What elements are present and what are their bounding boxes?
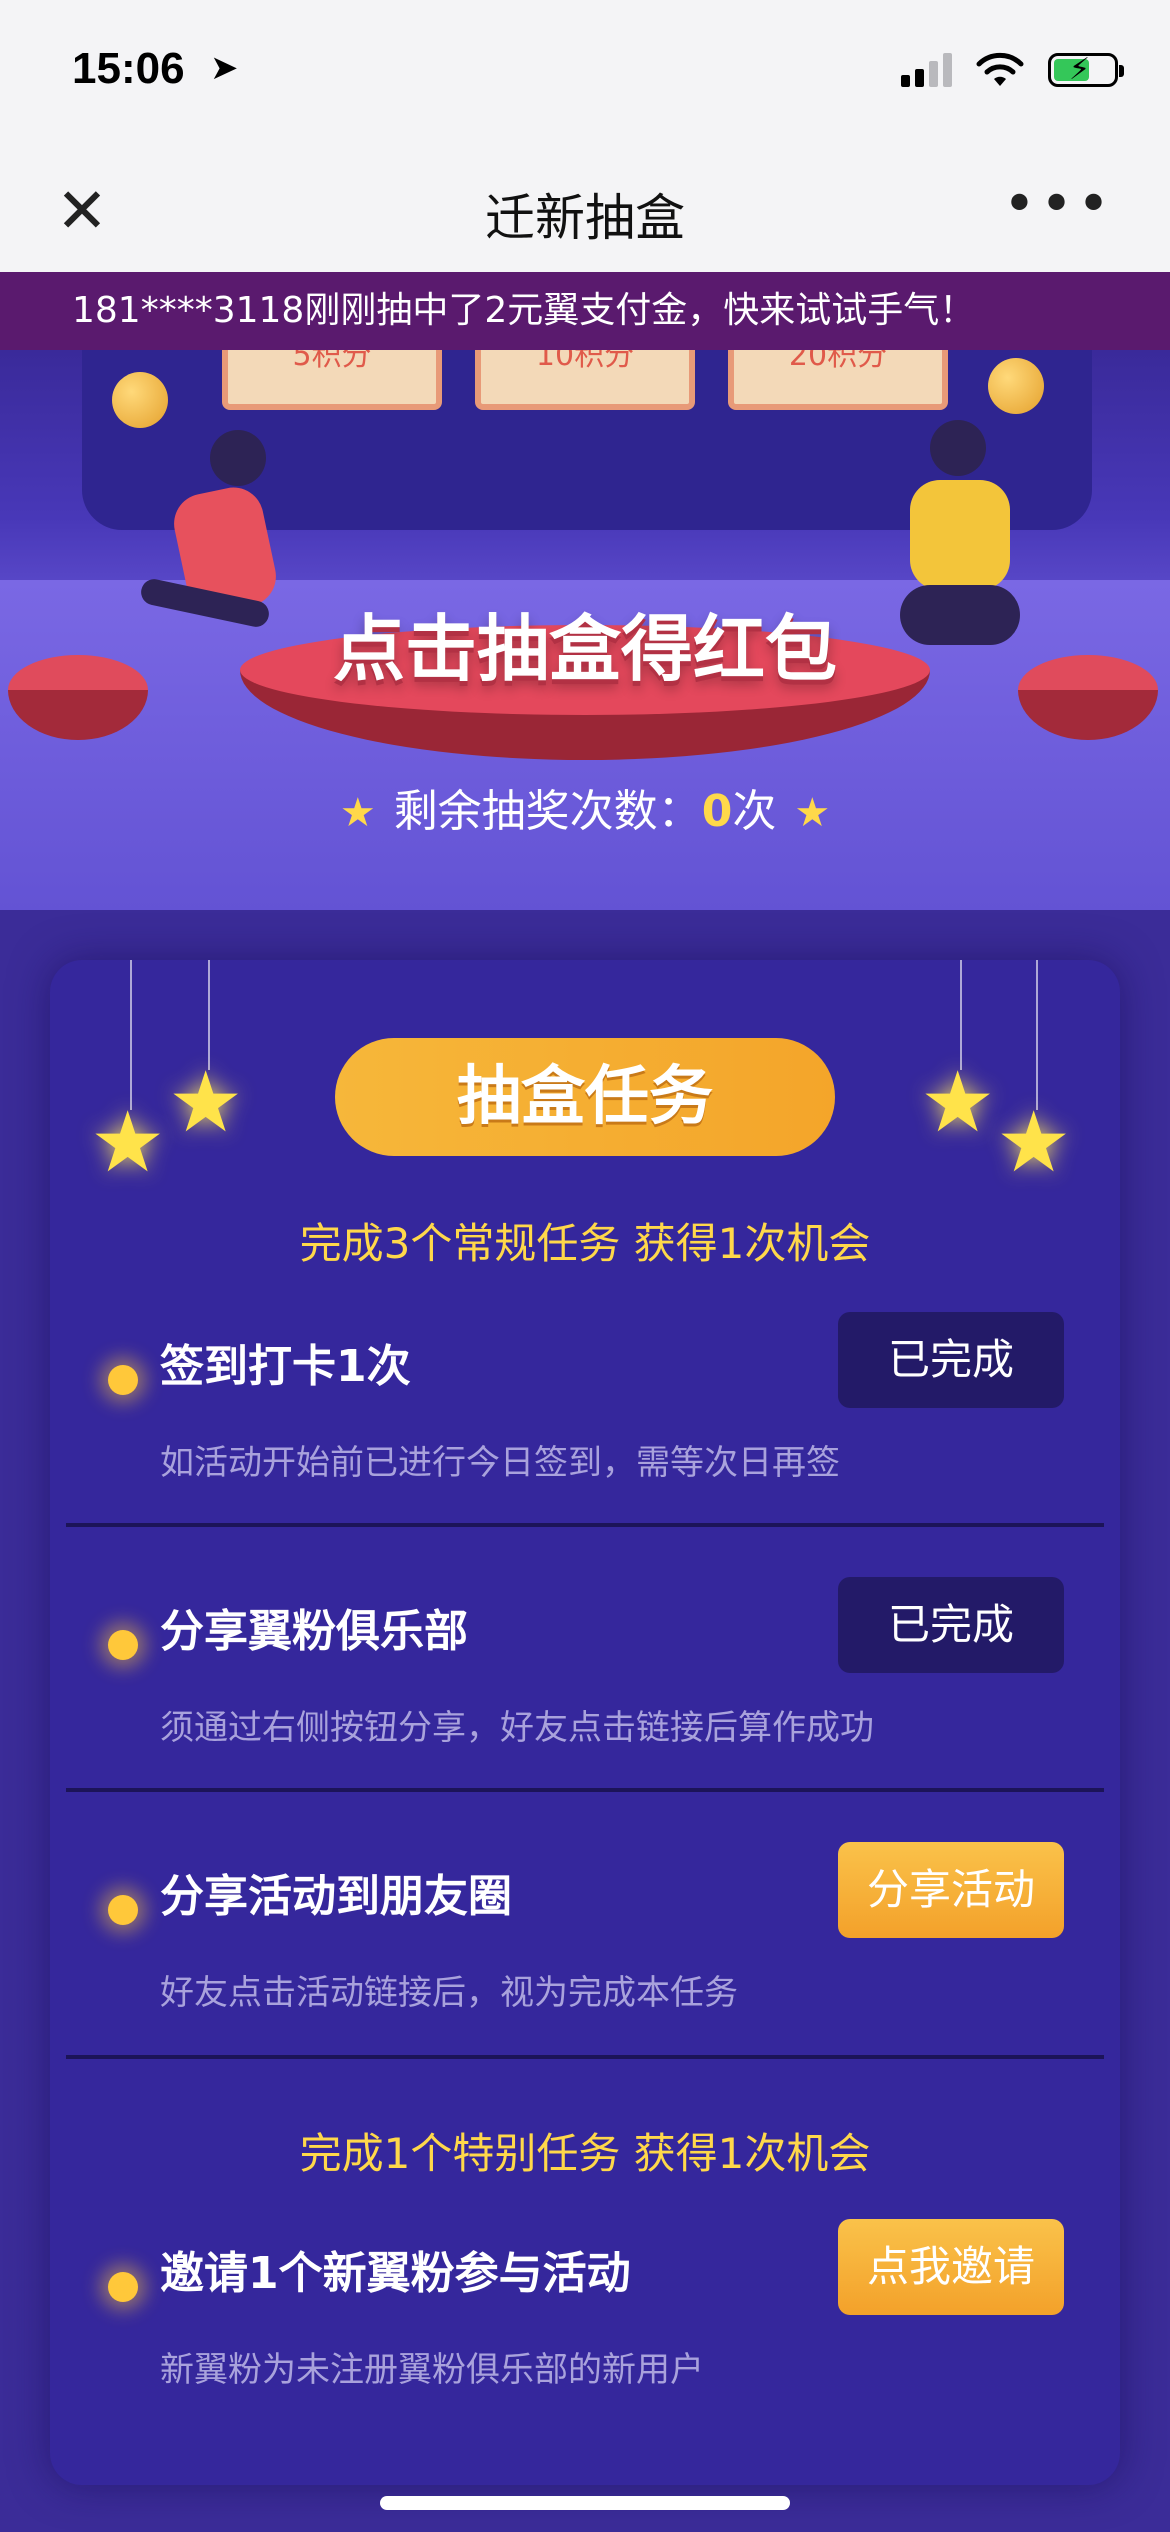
- task-item: 签到打卡1次 如活动开始前已进行今日签到，需等次日再签 已完成: [66, 1270, 1104, 1530]
- star-icon: ★: [996, 1093, 1072, 1191]
- task-title: 分享翼粉俱乐部: [160, 1606, 468, 1657]
- task-title: 邀请1个新翼粉参与活动: [160, 2248, 631, 2299]
- star-icon: ★: [339, 790, 376, 836]
- task-item: 邀请1个新翼粉参与活动 新翼粉为未注册翼粉俱乐部的新用户 点我邀请: [66, 2177, 1104, 2437]
- task-completed-button[interactable]: 已完成: [838, 1312, 1064, 1408]
- lottery-stage[interactable]: 5积分 10积分 20积分 点击抽盒得红包 ★ 剩余抽奖次数：0次 ★: [0, 350, 1170, 910]
- more-options-icon[interactable]: •••: [1003, 172, 1114, 237]
- status-time: 15:06: [72, 44, 185, 93]
- task-description: 须通过右侧按钮分享，好友点击链接后算作成功: [160, 1708, 874, 1748]
- task-panel: ★ ★ ★ ★ 抽盒任务 完成3个常规任务 获得1次机会 签到打卡1次 如活动开…: [50, 960, 1120, 2485]
- remaining-draws: ★ 剩余抽奖次数：0次 ★: [339, 786, 831, 837]
- winner-ticker: 181****3118刚刚抽中了2元翼支付金，快来试试手气！: [0, 272, 1170, 350]
- star-icon: ★: [168, 1053, 244, 1151]
- draw-headline[interactable]: 点击抽盒得红包: [0, 590, 1170, 695]
- task-description: 好友点击活动链接后，视为完成本任务: [160, 1973, 738, 2013]
- battery-charging-icon: ⚡: [1048, 52, 1124, 87]
- divider: [66, 1523, 1104, 1527]
- nav-bar: ✕ 迁新抽盒 •••: [0, 150, 1170, 272]
- remaining-count: 0: [701, 786, 733, 837]
- prize-card: 10积分: [475, 350, 695, 410]
- task-title: 签到打卡1次: [160, 1341, 411, 1392]
- wifi-icon: [974, 52, 1026, 88]
- cellular-signal-icon: [901, 53, 952, 87]
- location-arrow-icon: ➤: [210, 48, 239, 88]
- task-title: 分享活动到朋友圈: [160, 1871, 512, 1922]
- prize-card: 5积分: [222, 350, 442, 410]
- special-tasks-heading: 完成1个特别任务 获得1次机会: [299, 2129, 871, 2178]
- bullet-icon: [108, 1630, 138, 1660]
- coin-icon: [988, 358, 1044, 414]
- star-icon: ★: [794, 790, 831, 836]
- task-completed-button[interactable]: 已完成: [838, 1577, 1064, 1673]
- star-icon: ★: [920, 1053, 996, 1151]
- home-indicator: [380, 2496, 790, 2510]
- regular-tasks-heading: 完成3个常规任务 获得1次机会: [299, 1219, 871, 1268]
- panel-title: 抽盒任务: [335, 1038, 835, 1156]
- bullet-icon: [108, 1365, 138, 1395]
- bullet-icon: [108, 1895, 138, 1925]
- star-icon: ★: [90, 1093, 166, 1191]
- share-activity-button[interactable]: 分享活动: [838, 1842, 1064, 1938]
- divider: [66, 1788, 1104, 1792]
- divider: [66, 2055, 1104, 2059]
- task-item: 分享活动到朋友圈 好友点击活动链接后，视为完成本任务 分享活动: [66, 1800, 1104, 2060]
- task-description: 如活动开始前已进行今日签到，需等次日再签: [160, 1443, 840, 1483]
- page-title: 迁新抽盒: [485, 189, 685, 247]
- prize-card: 20积分: [728, 350, 948, 410]
- task-item: 分享翼粉俱乐部 须通过右侧按钮分享，好友点击链接后算作成功 已完成: [66, 1535, 1104, 1795]
- status-bar: 15:06 ➤ ⚡: [0, 0, 1170, 150]
- task-description: 新翼粉为未注册翼粉俱乐部的新用户: [160, 2350, 704, 2390]
- coin-icon: [112, 372, 168, 428]
- bullet-icon: [108, 2272, 138, 2302]
- invite-button[interactable]: 点我邀请: [838, 2219, 1064, 2315]
